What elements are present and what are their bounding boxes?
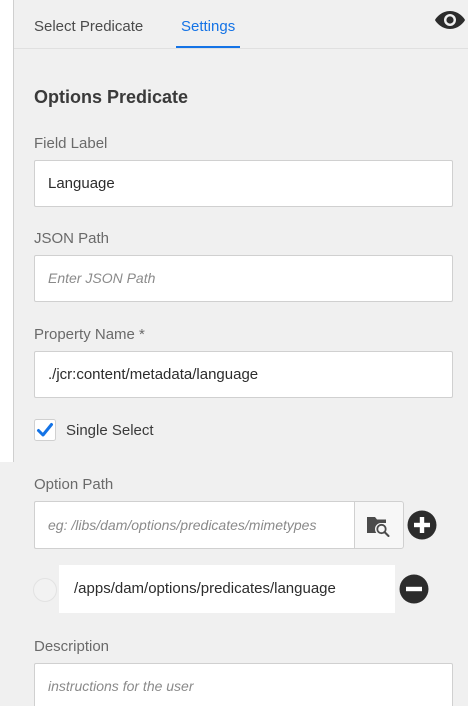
checkmark-icon (34, 419, 56, 441)
side-panel-edge (0, 0, 14, 462)
field-label-input[interactable]: Language (34, 160, 453, 207)
plus-circle-icon[interactable] (407, 510, 437, 540)
tab-bar: Select Predicate Settings (14, 0, 468, 49)
minus-circle-icon[interactable] (399, 574, 429, 604)
description-input[interactable]: instructions for the user (34, 663, 453, 706)
eye-icon[interactable] (434, 8, 466, 32)
tab-settings[interactable]: Settings (175, 0, 241, 49)
single-select-label: Single Select (66, 421, 154, 439)
description-label: Description (34, 638, 110, 655)
field-label-label: Field Label (34, 135, 108, 152)
option-path-item-input[interactable]: /apps/dam/options/predicates/language (59, 565, 395, 613)
single-select-checkbox[interactable]: Single Select (34, 418, 154, 442)
option-path-radio[interactable] (33, 578, 57, 602)
option-path-browser: eg: /libs/dam/options/predicates/mimetyp… (34, 501, 404, 549)
property-name-input[interactable]: ./jcr:content/metadata/language (34, 351, 453, 398)
option-path-label: Option Path (34, 476, 114, 493)
side-panel-gap (0, 462, 14, 706)
property-name-label: Property Name * (34, 326, 145, 343)
folder-search-icon (367, 517, 390, 537)
browse-button[interactable] (354, 501, 404, 549)
json-path-input[interactable]: Enter JSON Path (34, 255, 453, 302)
tab-select-predicate[interactable]: Select Predicate (34, 0, 143, 49)
section-title: Options Predicate (34, 87, 189, 107)
json-path-label: JSON Path (34, 230, 110, 247)
option-path-input[interactable]: eg: /libs/dam/options/predicates/mimetyp… (34, 501, 355, 549)
